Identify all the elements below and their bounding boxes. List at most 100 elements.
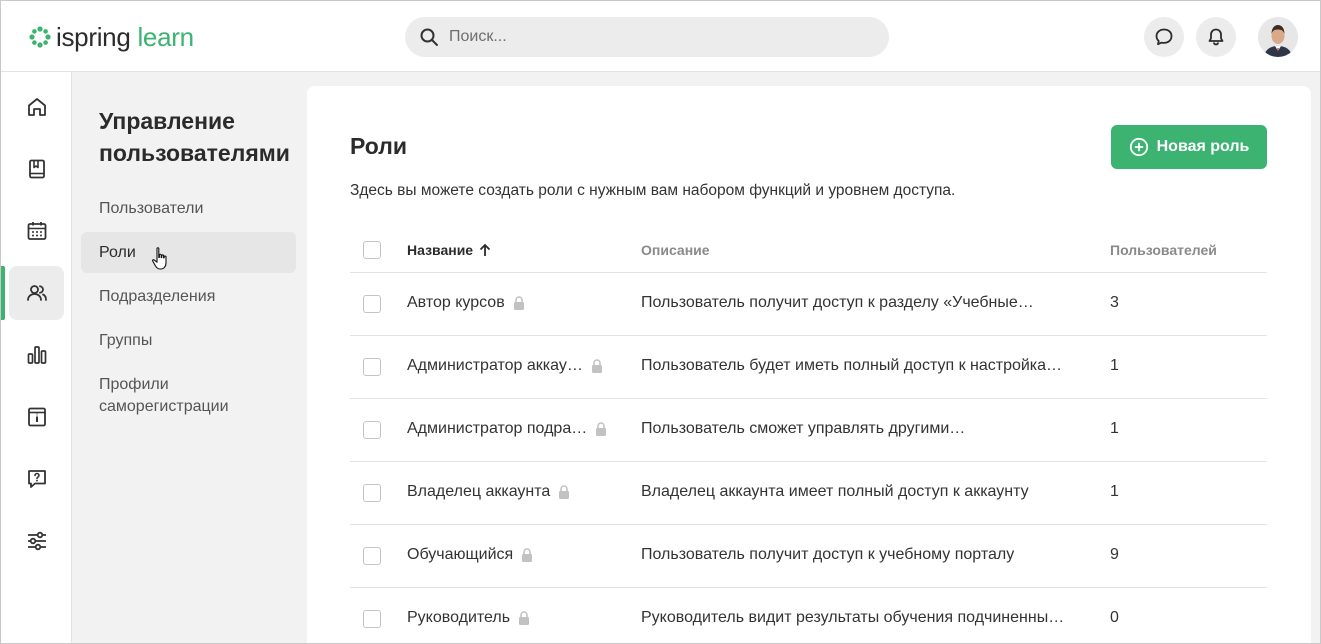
role-name[interactable]: Администратор подра… — [407, 420, 587, 438]
role-name-cell: Автор курсов — [407, 294, 525, 312]
column-header-users[interactable]: Пользователей — [1110, 242, 1217, 258]
row-checkbox[interactable] — [363, 421, 381, 439]
subnav-item-label: Пользователи — [99, 200, 204, 217]
logo-text: ispring learn — [56, 24, 194, 50]
lock-icon — [522, 548, 533, 562]
role-users-count: 0 — [1110, 609, 1119, 626]
table-row[interactable]: Обучающийся Пользователь получит доступ … — [350, 525, 1267, 588]
table-row[interactable]: Администратор аккау… Пользователь будет … — [350, 336, 1267, 399]
role-name[interactable]: Администратор аккау… — [407, 357, 583, 375]
role-users-count: 3 — [1110, 294, 1119, 311]
role-description: Руководитель видит результаты обучения п… — [641, 609, 1065, 626]
search-input[interactable] — [449, 17, 869, 57]
role-description: Пользователь получит доступ к учебному п… — [641, 546, 1015, 563]
search-icon — [420, 28, 438, 46]
section-title: Управление пользователями — [99, 108, 290, 166]
book-icon — [28, 159, 45, 179]
settings-icon — [27, 531, 46, 551]
row-checkbox[interactable] — [363, 358, 381, 376]
subnav-item-label: Роли — [99, 243, 136, 261]
help-icon — [27, 470, 46, 488]
chat-button[interactable] — [1144, 17, 1184, 57]
icon-rail — [1, 72, 72, 643]
subnav-item-departments[interactable]: Подразделения — [81, 285, 296, 309]
role-users-count: 9 — [1110, 546, 1119, 563]
rail-help[interactable] — [9, 452, 64, 506]
role-description: Пользователь сможет управлять другими… — [641, 420, 966, 437]
role-name-cell: Обучающийся — [407, 546, 533, 564]
role-description: Пользователь будет иметь полный доступ к… — [641, 357, 1063, 374]
role-name-cell: Администратор аккау… — [407, 357, 603, 375]
app-window: ispring learn Поиск... Управление пользо… — [0, 0, 1321, 644]
top-header: ispring learn — [1, 1, 1320, 72]
section-nav: Управление пользователями Пользователи Р… — [72, 72, 306, 643]
lock-icon — [596, 422, 607, 436]
role-users-count: 1 — [1110, 483, 1119, 500]
row-checkbox[interactable] — [363, 484, 381, 502]
subnav-item-label: Профили саморегистрации — [99, 376, 229, 415]
role-name[interactable]: Владелец аккаунта — [407, 483, 550, 501]
subnav-item-label: Группы — [99, 332, 153, 349]
logo-icon — [29, 26, 51, 48]
logo-text-learn: learn — [137, 22, 194, 52]
rail-reports[interactable] — [9, 328, 64, 382]
table-row[interactable]: Автор курсов Пользователь получит доступ… — [350, 273, 1267, 336]
lock-icon — [591, 359, 602, 373]
subnav-item-users[interactable]: Пользователи — [81, 197, 296, 221]
user-avatar[interactable] — [1258, 17, 1298, 57]
table-row[interactable]: Владелец аккаунта Владелец аккаунта имее… — [350, 462, 1267, 525]
hand-cursor-icon — [152, 247, 167, 270]
rail-settings[interactable] — [9, 514, 64, 568]
role-description: Владелец аккаунта имеет полный доступ к … — [641, 483, 1029, 500]
ispring-learn-logo[interactable]: ispring learn — [28, 21, 194, 53]
chart-icon — [27, 346, 46, 364]
avatar-image — [1258, 17, 1298, 57]
users-icon — [26, 285, 47, 301]
column-header-label: Название — [407, 242, 474, 258]
row-checkbox[interactable] — [363, 547, 381, 565]
rail-home[interactable] — [9, 80, 64, 134]
sort-arrow-up-icon — [479, 243, 491, 256]
subnav-item-label: Подразделения — [99, 288, 216, 305]
role-name[interactable]: Обучающийся — [407, 546, 513, 564]
new-role-button-label: Новая роль — [1156, 138, 1250, 155]
page-title: Роли — [350, 133, 407, 159]
plus-circle-icon — [1129, 137, 1148, 157]
logo-text-ispring: ispring — [56, 22, 131, 52]
rail-active-indicator — [1, 266, 5, 320]
page-description: Здесь вы можете создать роли с нужным ва… — [350, 182, 956, 199]
column-header-name[interactable]: Название — [407, 242, 491, 258]
bell-icon — [1208, 28, 1224, 46]
row-checkbox[interactable] — [363, 295, 381, 313]
roles-table: Название Описание Пользователей Автор ку… — [350, 228, 1267, 643]
table-header: Название Описание Пользователей — [350, 228, 1267, 273]
rail-courses[interactable] — [9, 142, 64, 196]
subnav-item-self-registration[interactable]: Профили саморегистрации — [81, 373, 261, 419]
new-role-button[interactable]: Новая роль — [1111, 125, 1267, 169]
calendar-icon — [27, 222, 46, 240]
search-bar[interactable] — [405, 17, 889, 57]
notifications-button[interactable] — [1196, 17, 1236, 57]
lock-icon — [559, 485, 570, 499]
home-icon — [27, 98, 46, 116]
select-all-checkbox[interactable] — [363, 241, 381, 259]
row-checkbox[interactable] — [363, 610, 381, 628]
rail-calendar[interactable] — [9, 204, 64, 258]
role-users-count: 1 — [1110, 420, 1119, 437]
column-header-description: Описание — [641, 242, 710, 258]
subnav-item-roles[interactable]: Роли — [81, 232, 296, 273]
table-row[interactable]: Администратор подра… Пользователь сможет… — [350, 399, 1267, 462]
role-name[interactable]: Руководитель — [407, 609, 510, 627]
subnav-item-groups[interactable]: Группы — [81, 329, 296, 353]
main-card: Роли Здесь вы можете создать роли с нужн… — [307, 86, 1311, 643]
rail-users[interactable] — [9, 266, 64, 320]
role-name-cell: Владелец аккаунта — [407, 483, 570, 501]
role-name-cell: Администратор подра… — [407, 420, 607, 438]
table-row[interactable]: Руководитель Руководитель видит результа… — [350, 588, 1267, 643]
rail-info[interactable] — [9, 390, 64, 444]
lock-icon — [513, 296, 524, 310]
role-users-count: 1 — [1110, 357, 1119, 374]
role-name[interactable]: Автор курсов — [407, 294, 505, 312]
chat-icon — [1155, 28, 1173, 46]
info-icon — [27, 407, 46, 427]
